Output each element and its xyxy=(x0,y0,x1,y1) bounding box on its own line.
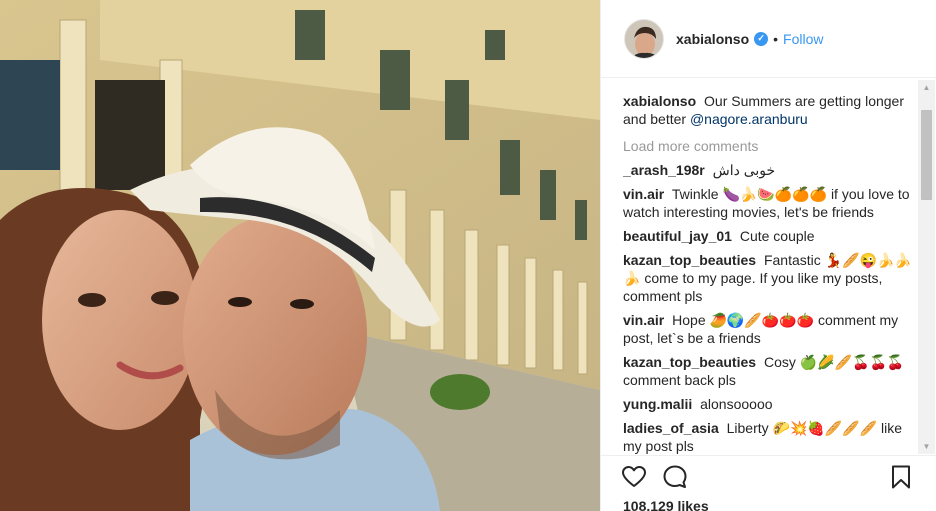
follow-button[interactable]: Follow xyxy=(783,31,823,47)
scroll-down-arrow-icon[interactable]: ▼ xyxy=(918,439,935,454)
comment-item: beautiful_jay_01 Cute couple xyxy=(623,227,915,245)
comment-text: Hope 🥭🌍🥖🍅🍅🍅 comment my post, let`s be a … xyxy=(623,312,899,346)
comment-username[interactable]: _arash_198r xyxy=(623,162,705,178)
comment-text: alonsooooo xyxy=(700,396,773,412)
avatar-image xyxy=(625,19,663,58)
verified-badge-icon: ✓ xyxy=(754,31,769,46)
bookmark-icon[interactable] xyxy=(888,464,914,490)
likes-count[interactable]: 108.129 likes xyxy=(623,498,709,511)
comment-text: خوبی داش xyxy=(712,162,776,178)
load-more-comments-button[interactable]: Load more comments xyxy=(623,137,915,155)
post-side-panel: xabialonso ✓ • Follow xabialonso Our Sum… xyxy=(600,0,936,511)
separator-dot: • xyxy=(773,30,779,47)
comment-item: ladies_of_asia Liberty 🌮💥🍓🥖🥖🥖 like my po… xyxy=(623,419,915,454)
comment-username[interactable]: vin.air xyxy=(623,312,664,328)
scrollbar-thumb[interactable] xyxy=(921,110,932,200)
scroll-up-arrow-icon[interactable]: ▲ xyxy=(918,80,935,95)
comment-bubble-icon[interactable] xyxy=(662,464,688,490)
post-caption: xabialonso Our Summers are getting longe… xyxy=(623,92,915,128)
author-username[interactable]: xabialonso xyxy=(676,31,749,47)
comment-item: yung.malii alonsooooo xyxy=(623,395,915,413)
comment-item: kazan_top_beauties Fantastic 💃🥖😜🍌🍌🍌 come… xyxy=(623,251,915,305)
comment-username[interactable]: kazan_top_beauties xyxy=(623,354,756,370)
comment-item: _arash_198r خوبی داش xyxy=(623,161,915,179)
comment-username[interactable]: beautiful_jay_01 xyxy=(623,228,732,244)
comment-item: kazan_top_beauties Cosy 🍏🌽🥖🍒🍒🍒 comment b… xyxy=(623,353,915,389)
comments-scrollbar[interactable]: ▲ ▼ xyxy=(918,80,935,454)
comment-username[interactable]: ladies_of_asia xyxy=(623,420,719,436)
comment-username[interactable]: kazan_top_beauties xyxy=(623,252,756,268)
comment-username[interactable]: vin.air xyxy=(623,186,664,202)
comment-item: vin.air Twinkle 🍆🍌🍉🍊🍊🍊 if you love to wa… xyxy=(623,185,915,221)
comment-item: vin.air Hope 🥭🌍🥖🍅🍅🍅 comment my post, let… xyxy=(623,311,915,347)
caption-username[interactable]: xabialonso xyxy=(623,93,696,109)
caption-mention-link[interactable]: @nagore.aranburu xyxy=(690,111,808,127)
comments-list: xabialonso Our Summers are getting longe… xyxy=(623,92,915,454)
author-avatar[interactable] xyxy=(624,18,664,59)
post-header: xabialonso ✓ • Follow xyxy=(601,0,936,78)
comment-text: Cute couple xyxy=(739,228,815,244)
couple-selfie-image xyxy=(0,0,600,511)
post-actions-bar: 108.129 likes xyxy=(601,455,936,511)
heart-icon[interactable] xyxy=(621,464,647,490)
comment-text: Twinkle 🍆🍌🍉🍊🍊🍊 if you love to watch inte… xyxy=(623,186,910,220)
post-photo[interactable] xyxy=(0,0,600,511)
comment-username[interactable]: yung.malii xyxy=(623,396,692,412)
